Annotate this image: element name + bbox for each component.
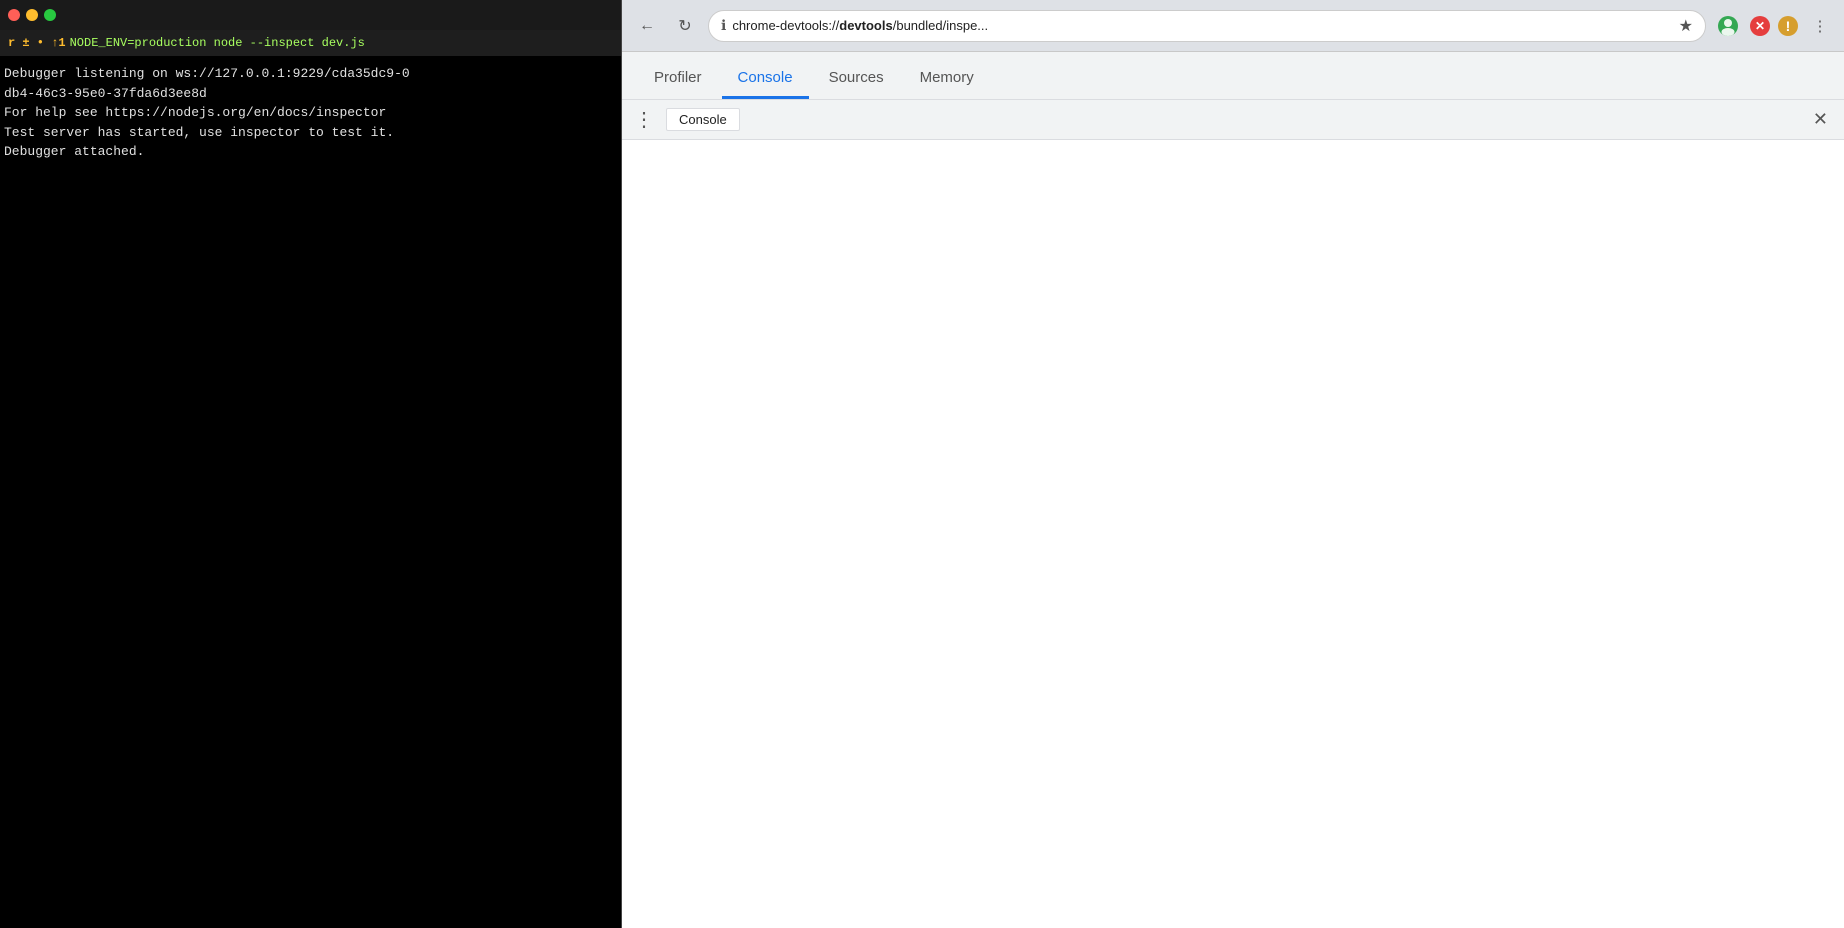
terminal-divider [621, 0, 622, 928]
terminal-titlebar [0, 0, 622, 30]
tab-sources[interactable]: Sources [813, 61, 900, 99]
browser-menu-button[interactable]: ⋮ [1806, 12, 1834, 40]
error-badge: ✕ [1750, 16, 1770, 36]
address-text: chrome-devtools://devtools/bundled/inspe… [732, 18, 1672, 33]
devtools-content: ⋮ Console ✕ [622, 100, 1844, 928]
bookmark-icon[interactable]: ★ [1679, 16, 1693, 36]
terminal-command-bar: r ± • ↑1 NODE_ENV=production node --insp… [0, 30, 622, 56]
tab-memory[interactable]: Memory [904, 61, 990, 99]
profile-icon[interactable] [1714, 12, 1742, 40]
tab-console[interactable]: Console [722, 61, 809, 99]
console-close-button[interactable]: ✕ [1805, 105, 1836, 134]
browser-chrome: ← ↻ ℹ chrome-devtools://devtools/bundled… [622, 0, 1844, 52]
back-button[interactable]: ← [632, 11, 662, 41]
profile-svg [1717, 15, 1739, 37]
browser-panel: ← ↻ ℹ chrome-devtools://devtools/bundled… [622, 0, 1844, 928]
warn-badge: ! [1778, 16, 1798, 36]
terminal-maximize-dot[interactable] [44, 9, 56, 21]
console-more-button[interactable]: ⋮ [630, 103, 658, 136]
tab-profiler[interactable]: Profiler [638, 61, 718, 99]
terminal-prompt-marker: r ± • ↑1 [8, 36, 66, 50]
info-icon: ℹ [721, 17, 726, 34]
devtools-tabs: Profiler Console Sources Memory [622, 52, 1844, 100]
terminal-output[interactable]: Debugger listening on ws://127.0.0.1:922… [0, 56, 622, 928]
terminal-command: NODE_ENV=production node --inspect dev.j… [70, 36, 365, 50]
terminal-minimize-dot[interactable] [26, 9, 38, 21]
console-body[interactable] [622, 140, 1844, 928]
terminal-panel: r ± • ↑1 NODE_ENV=production node --insp… [0, 0, 622, 928]
console-subheader: ⋮ Console ✕ [622, 100, 1844, 140]
terminal-prompt: r ± • ↑1 [8, 36, 66, 50]
console-tab-label[interactable]: Console [666, 108, 740, 131]
address-bar[interactable]: ℹ chrome-devtools://devtools/bundled/ins… [708, 10, 1706, 42]
terminal-close-dot[interactable] [8, 9, 20, 21]
refresh-button[interactable]: ↻ [670, 11, 700, 41]
